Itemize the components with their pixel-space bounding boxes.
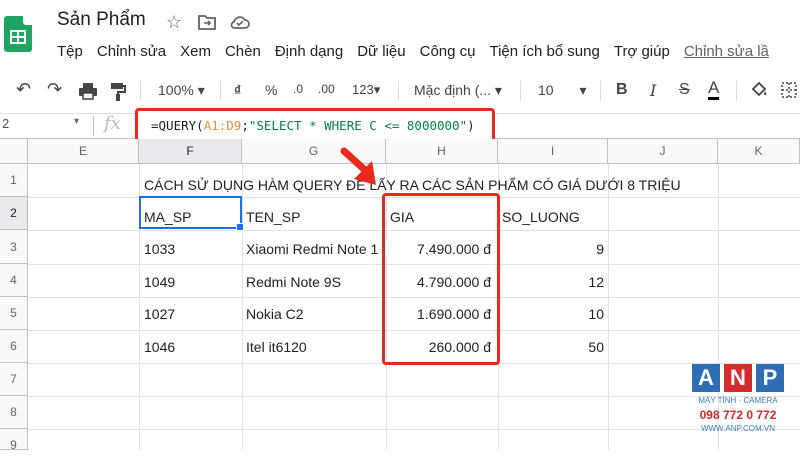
anp-phone: 098 772 0 772 bbox=[699, 408, 777, 422]
active-cell-selection[interactable] bbox=[139, 196, 244, 231]
cell-so-luong[interactable]: 9 bbox=[498, 241, 604, 257]
gia-column-highlight bbox=[382, 193, 500, 365]
anp-subtitle: MÁY TÍNH · CAMERA bbox=[698, 396, 778, 405]
name-box[interactable]: 2 ▾ bbox=[0, 116, 90, 136]
col-header-i[interactable]: I bbox=[498, 139, 608, 164]
more-formats-button[interactable]: 123▾ bbox=[352, 82, 380, 98]
select-all-corner[interactable] bbox=[0, 139, 28, 164]
cell-so-luong[interactable]: 50 bbox=[498, 339, 604, 355]
move-folder-icon[interactable] bbox=[198, 14, 216, 34]
fx-icon: fx bbox=[104, 113, 121, 134]
formula-suffix: ) bbox=[467, 118, 475, 133]
anp-watermark-logo: A N P MÁY TÍNH · CAMERA 098 772 0 772 WW… bbox=[688, 364, 788, 440]
last-edit-link[interactable]: Chỉnh sửa lầ bbox=[684, 43, 769, 60]
col-header-k[interactable]: K bbox=[718, 139, 800, 164]
increase-decimal-button[interactable]: .00 bbox=[318, 82, 335, 96]
menu-insert[interactable]: Chèn bbox=[225, 43, 261, 60]
formula-prefix: =QUERY( bbox=[151, 118, 204, 133]
row-header-6[interactable]: 6 bbox=[0, 330, 28, 363]
anp-website: WWW.ANP.COM.VN bbox=[700, 424, 776, 433]
col-header-e[interactable]: E bbox=[28, 139, 139, 164]
decrease-decimal-button[interactable]: .0 bbox=[293, 82, 303, 96]
cell-ma-sp[interactable]: 1027 bbox=[144, 306, 175, 322]
menu-tools[interactable]: Công cụ bbox=[420, 43, 476, 60]
row-header-8[interactable]: 8 bbox=[0, 396, 28, 429]
document-title[interactable]: Sản Phẩm bbox=[57, 9, 146, 31]
cell-ma-sp[interactable]: 1049 bbox=[144, 274, 175, 290]
col-header-h[interactable]: H bbox=[386, 139, 498, 164]
format-percent-button[interactable]: % bbox=[265, 82, 277, 98]
cell-ten-sp[interactable]: Redmi Note 9S bbox=[246, 274, 341, 290]
header-so-luong[interactable]: SO_LUONG bbox=[502, 209, 580, 225]
cell-ten-sp[interactable]: Xiaomi Redmi Note 1 bbox=[246, 241, 378, 257]
menu-format[interactable]: Định dạng bbox=[275, 43, 343, 60]
row-header-1[interactable]: 1 bbox=[0, 164, 28, 197]
zoom-value: 100% bbox=[158, 82, 194, 98]
cell-so-luong[interactable]: 10 bbox=[498, 306, 604, 322]
menu-edit[interactable]: Chỉnh sửa bbox=[97, 43, 166, 60]
anp-letter-n: N bbox=[724, 364, 752, 392]
col-header-f[interactable]: F bbox=[139, 139, 242, 164]
formula-query-string: "SELECT * WHERE C <= 8000000" bbox=[248, 118, 468, 133]
menu-file[interactable]: Tệp bbox=[57, 43, 83, 60]
font-size-select[interactable]: 10 ▾ bbox=[538, 82, 587, 99]
menu-view[interactable]: Xem bbox=[180, 43, 211, 60]
font-family-value: Mặc định (... bbox=[414, 82, 492, 98]
cell-ma-sp[interactable]: 1046 bbox=[144, 339, 175, 355]
star-icon[interactable]: ☆ bbox=[166, 12, 182, 33]
anp-letter-a: A bbox=[692, 364, 720, 392]
borders-icon[interactable] bbox=[780, 81, 798, 102]
italic-button[interactable]: I bbox=[650, 81, 656, 100]
anp-letter-p: P bbox=[756, 364, 784, 392]
col-header-j[interactable]: J bbox=[608, 139, 718, 164]
header-ten-sp[interactable]: TEN_SP bbox=[246, 209, 300, 225]
row-header-4[interactable]: 4 bbox=[0, 264, 28, 297]
redo-icon[interactable]: ↷ bbox=[47, 79, 62, 100]
bold-button[interactable]: B bbox=[616, 81, 628, 99]
cell-so-luong[interactable]: 12 bbox=[498, 274, 604, 290]
zoom-select[interactable]: 100% ▾ bbox=[158, 82, 205, 99]
format-currency-button[interactable]: ₫ bbox=[234, 82, 241, 98]
row-header-9[interactable]: 9 bbox=[0, 429, 28, 452]
cell-ma-sp[interactable]: 1033 bbox=[144, 241, 175, 257]
menu-addons[interactable]: Tiện ích bổ sung bbox=[489, 43, 599, 60]
paint-format-icon[interactable] bbox=[110, 82, 126, 105]
menu-data[interactable]: Dữ liệu bbox=[357, 43, 405, 60]
google-sheets-logo[interactable] bbox=[4, 16, 32, 52]
row-header-7[interactable]: 7 bbox=[0, 363, 28, 396]
menu-bar: Tệp Chỉnh sửa Xem Chèn Định dạng Dữ liệu… bbox=[57, 43, 783, 60]
red-arrow-icon bbox=[338, 147, 382, 194]
cell-ten-sp[interactable]: Nokia C2 bbox=[246, 306, 304, 322]
font-size-value: 10 bbox=[538, 82, 554, 98]
formula-input[interactable]: =QUERY(A1:D9;"SELECT * WHERE C <= 800000… bbox=[135, 108, 495, 142]
formula-separator: ; bbox=[241, 118, 249, 133]
text-color-button[interactable]: A bbox=[708, 78, 720, 100]
font-family-select[interactable]: Mặc định (... ▾ bbox=[414, 82, 502, 99]
cloud-saved-icon[interactable] bbox=[230, 14, 250, 35]
menu-help[interactable]: Trợ giúp bbox=[614, 43, 670, 60]
row-header-3[interactable]: 3 bbox=[0, 230, 28, 264]
print-icon[interactable] bbox=[78, 82, 98, 103]
name-box-value: 2 bbox=[2, 116, 10, 131]
row-header-2[interactable]: 2 bbox=[0, 197, 28, 230]
sheet-heading-cell[interactable]: CÁCH SỬ DỤNG HÀM QUERY ĐỂ LẤY RA CÁC SẢN… bbox=[144, 177, 681, 193]
row-header-5[interactable]: 5 bbox=[0, 297, 28, 330]
fill-color-icon[interactable] bbox=[750, 81, 768, 102]
strikethrough-button[interactable]: S bbox=[679, 81, 690, 99]
cell-ten-sp[interactable]: Itel it6120 bbox=[246, 339, 307, 355]
formula-range: A1:D9 bbox=[203, 118, 242, 133]
undo-icon[interactable]: ↶ bbox=[16, 79, 31, 100]
formula-text: =QUERY(A1:D9;"SELECT * WHERE C <= 800000… bbox=[151, 118, 475, 133]
